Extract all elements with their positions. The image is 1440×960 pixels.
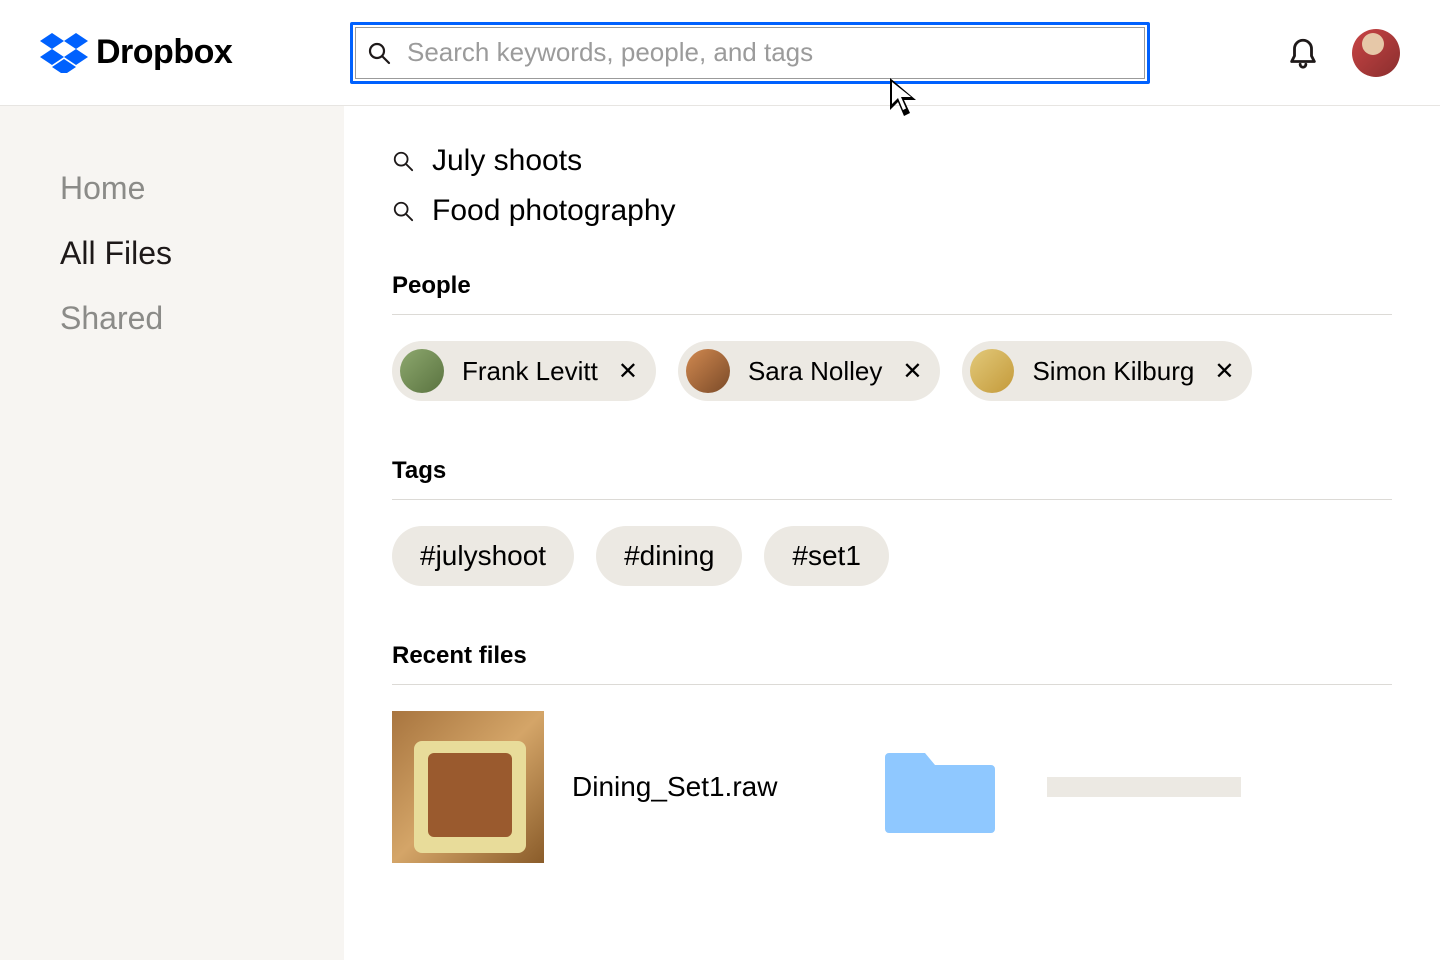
close-icon[interactable]: ✕ <box>1214 357 1234 386</box>
search-icon <box>392 200 414 222</box>
tag-label: #dining <box>624 540 714 571</box>
tags-row: #julyshoot #dining #set1 <box>392 526 1392 586</box>
tag-label: #julyshoot <box>420 540 546 571</box>
person-chip[interactable]: Sara Nolley ✕ <box>678 341 941 401</box>
person-avatar <box>400 349 444 393</box>
sidebar-item-all-files[interactable]: All Files <box>60 221 344 286</box>
file-name-placeholder <box>1047 777 1241 797</box>
search-input[interactable] <box>407 37 1133 68</box>
brand-name: Dropbox <box>96 33 232 72</box>
file-thumbnail[interactable] <box>392 711 544 863</box>
sidebar-item-home[interactable]: Home <box>60 156 344 221</box>
person-name: Frank Levitt <box>462 356 598 387</box>
suggestion-label: July shoots <box>432 144 582 178</box>
tag-chip[interactable]: #set1 <box>764 526 889 586</box>
sidebar-item-label: Home <box>60 170 145 206</box>
search-icon <box>367 41 391 65</box>
search-box[interactable] <box>350 22 1150 84</box>
section-title-tags: Tags <box>392 457 1392 500</box>
search-container <box>350 22 1150 84</box>
suggestion-label: Food photography <box>432 194 676 228</box>
tag-label: #set1 <box>792 540 861 571</box>
person-name: Simon Kilburg <box>1032 356 1194 387</box>
person-chip[interactable]: Simon Kilburg ✕ <box>962 341 1252 401</box>
close-icon[interactable]: ✕ <box>902 357 922 386</box>
sidebar-item-label: All Files <box>60 235 172 271</box>
person-name: Sara Nolley <box>748 356 882 387</box>
section-title-people: People <box>392 272 1392 315</box>
sidebar: Home All Files Shared <box>0 106 344 960</box>
tag-chip[interactable]: #dining <box>596 526 742 586</box>
suggestion-item[interactable]: Food photography <box>392 186 1392 236</box>
search-suggestions: July shoots Food photography <box>392 136 1392 236</box>
brand-logo[interactable]: Dropbox <box>40 33 330 73</box>
folder-icon[interactable] <box>885 741 995 833</box>
tag-chip[interactable]: #julyshoot <box>392 526 574 586</box>
close-icon[interactable]: ✕ <box>618 357 638 386</box>
file-name[interactable]: Dining_Set1.raw <box>572 771 777 803</box>
notifications-icon[interactable] <box>1286 36 1320 70</box>
suggestion-item[interactable]: July shoots <box>392 136 1392 186</box>
section-title-recent: Recent files <box>392 642 1392 685</box>
sidebar-item-label: Shared <box>60 300 163 336</box>
person-avatar <box>686 349 730 393</box>
recent-files-row: Dining_Set1.raw <box>392 711 1392 863</box>
dropbox-icon <box>40 33 88 73</box>
user-avatar[interactable] <box>1352 29 1400 77</box>
sidebar-item-shared[interactable]: Shared <box>60 286 344 351</box>
search-icon <box>392 150 414 172</box>
people-row: Frank Levitt ✕ Sara Nolley ✕ Simon Kilbu… <box>392 341 1392 401</box>
person-chip[interactable]: Frank Levitt ✕ <box>392 341 656 401</box>
person-avatar <box>970 349 1014 393</box>
